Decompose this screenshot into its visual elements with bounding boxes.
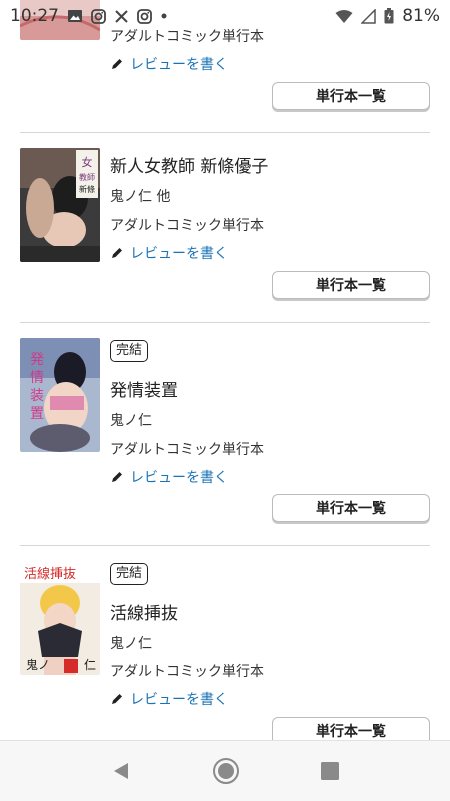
pencil-icon xyxy=(110,57,124,71)
book-author[interactable]: 鬼ノ仁 xyxy=(110,410,152,430)
svg-text:発: 発 xyxy=(30,352,44,368)
clock: 10:27 xyxy=(10,6,59,26)
book-list-button[interactable]: 単行本一覧 xyxy=(272,717,430,740)
book-title[interactable]: 新人女教師 新條優子 xyxy=(110,152,268,177)
svg-text:情: 情 xyxy=(30,370,44,386)
instagram-icon xyxy=(91,8,106,24)
svg-text:女: 女 xyxy=(82,155,93,169)
write-review-label: レビューを書く xyxy=(130,246,228,262)
divider xyxy=(20,545,430,546)
book-cover-1[interactable]: 女 教師 新條 xyxy=(20,148,100,262)
pencil-icon xyxy=(110,692,124,706)
svg-text:活線挿抜: 活線挿抜 xyxy=(24,566,76,582)
write-review-link[interactable]: レビューを書く xyxy=(110,54,228,74)
write-review-label: レビューを書く xyxy=(130,57,228,73)
signal-icon xyxy=(361,8,376,24)
book-category: アダルトコミック単行本 xyxy=(110,218,264,234)
navigation-bar xyxy=(0,740,450,801)
book-author[interactable]: 鬼ノ仁 xyxy=(110,633,152,653)
write-review-link[interactable]: レビューを書く xyxy=(110,689,228,709)
content-area: アダルトコミック単行本 レビューを書く 単行本一覧 女 教師 新條 新人女教師 … xyxy=(0,0,450,740)
instagram-icon xyxy=(137,8,152,24)
write-review-link[interactable]: レビューを書く xyxy=(110,467,228,487)
book-category: アダルトコミック単行本 xyxy=(110,664,264,680)
status-badge: 完結 xyxy=(110,563,149,585)
dot-icon xyxy=(160,12,168,20)
divider xyxy=(20,132,430,133)
divider xyxy=(20,322,430,323)
svg-text:教師: 教師 xyxy=(79,172,95,182)
book-category: アダルトコミック単行本 xyxy=(110,442,264,458)
x-icon xyxy=(114,9,129,24)
home-icon[interactable] xyxy=(212,757,240,785)
status-badge: 完結 xyxy=(110,340,149,362)
book-author[interactable]: 鬼ノ仁 他 xyxy=(110,186,170,206)
recents-icon[interactable] xyxy=(320,761,340,781)
book-title[interactable]: 活線挿抜 xyxy=(110,599,178,624)
status-bar: 10:27 81% xyxy=(0,0,450,32)
book-list-button[interactable]: 単行本一覧 xyxy=(272,271,430,299)
write-review-link[interactable]: レビューを書く xyxy=(110,243,228,263)
book-cover-3[interactable]: 活線挿抜 鬼ノ 仁 xyxy=(20,561,100,675)
wifi-icon xyxy=(335,9,353,24)
pencil-icon xyxy=(110,246,124,260)
write-review-label: レビューを書く xyxy=(130,692,228,708)
back-icon[interactable] xyxy=(110,760,132,782)
pencil-icon xyxy=(110,470,124,484)
svg-text:置: 置 xyxy=(30,406,44,422)
book-list-button[interactable]: 単行本一覧 xyxy=(272,82,430,110)
book-cover-2[interactable]: 発 情 装 置 xyxy=(20,338,100,452)
svg-text:仁: 仁 xyxy=(84,658,96,672)
book-list-button[interactable]: 単行本一覧 xyxy=(272,494,430,522)
svg-text:新條: 新條 xyxy=(79,184,95,194)
battery-percent: 81% xyxy=(402,6,440,26)
write-review-label: レビューを書く xyxy=(130,470,228,486)
svg-text:鬼ノ: 鬼ノ xyxy=(26,657,50,672)
svg-text:装: 装 xyxy=(30,388,44,404)
image-icon xyxy=(67,9,83,23)
book-title[interactable]: 発情装置 xyxy=(110,376,178,401)
battery-icon xyxy=(384,8,394,24)
